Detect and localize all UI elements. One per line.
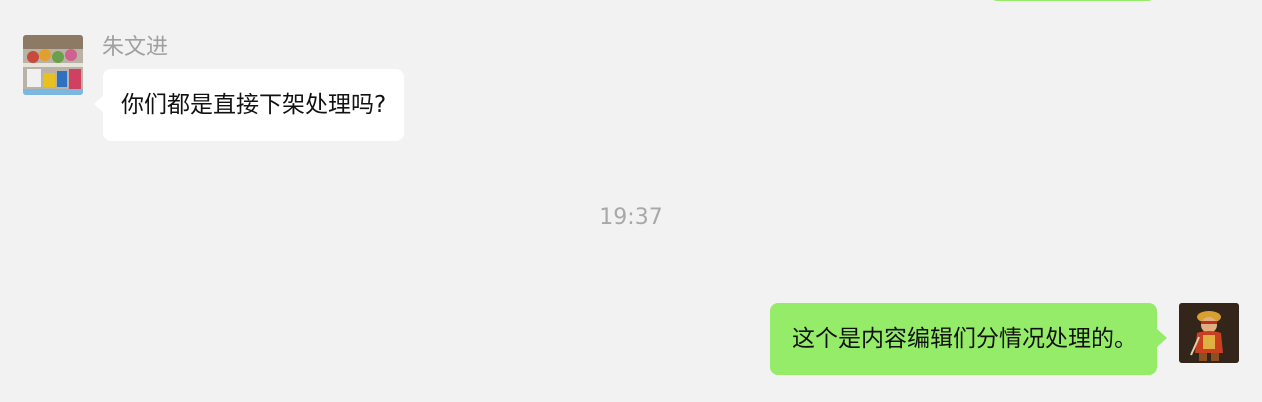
my-avatar[interactable]: [1179, 303, 1239, 363]
avatar-figure-icon: [1179, 303, 1239, 363]
sender-name: 朱文进: [102, 35, 169, 60]
message-timestamp: 19:37: [599, 205, 663, 230]
sender-avatar[interactable]: [23, 35, 83, 95]
previous-message-bubble: [990, 0, 1155, 1]
incoming-message-bubble[interactable]: 你们都是直接下架处理吗?: [93, 69, 405, 141]
avatar-photo-icon: [23, 35, 83, 95]
outgoing-message-bubble[interactable]: 这个是内容编辑们分情况处理的。: [770, 303, 1167, 375]
